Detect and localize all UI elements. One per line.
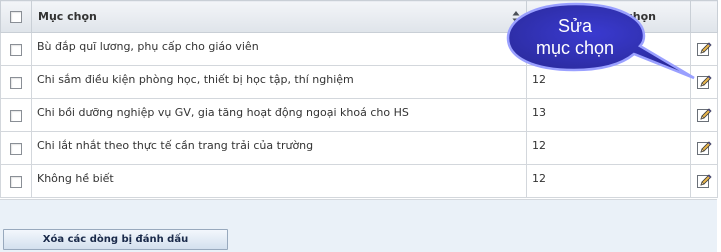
row-select-cell: [0, 164, 32, 198]
row-checkbox[interactable]: [10, 175, 22, 188]
row-name-cell: Chi sắm điều kiện phòng học, thiết bị họ…: [31, 65, 527, 99]
row-name: Bù đắp quĩ lương, phụ cấp cho giáo viên: [37, 40, 259, 53]
name-column-header[interactable]: Mục chọn: [31, 0, 527, 33]
row-value-cell: 12: [526, 131, 691, 165]
row-select-cell: [0, 98, 32, 132]
row-checkbox[interactable]: [10, 43, 22, 56]
row-checkbox[interactable]: [10, 142, 22, 155]
row-select-cell: [0, 32, 32, 66]
table-row: Chi lắt nhắt theo thực tế cần trang trải…: [0, 131, 718, 165]
row-name: Chi lắt nhắt theo thực tế cần trang trải…: [37, 139, 314, 152]
row-edit-cell: [690, 164, 718, 198]
row-name: Chi sắm điều kiện phòng học, thiết bị họ…: [37, 73, 354, 86]
row-name: Chi bồi dưỡng nghiệp vụ GV, gia tăng hoạ…: [37, 106, 409, 119]
row-checkbox[interactable]: [10, 109, 22, 122]
edit-pencil-icon[interactable]: [696, 107, 712, 123]
select-all-checkbox[interactable]: [10, 11, 22, 23]
edit-pencil-icon[interactable]: [696, 173, 712, 189]
page: Mục chọn chọn Bù đắp quĩ lương, phụ cấp …: [0, 0, 721, 252]
name-column-label: Mục chọn: [38, 10, 97, 23]
row-name-cell: Không hề biết: [31, 164, 527, 198]
row-value: 12: [532, 139, 546, 152]
row-name: Không hề biết: [37, 172, 114, 185]
row-select-cell: [0, 131, 32, 165]
table-row: Chi bồi dưỡng nghiệp vụ GV, gia tăng hoạ…: [0, 98, 718, 132]
edit-pencil-icon[interactable]: [696, 140, 712, 156]
row-name-cell: Chi bồi dưỡng nghiệp vụ GV, gia tăng hoạ…: [31, 98, 527, 132]
row-value: 13: [532, 106, 546, 119]
row-select-cell: [0, 65, 32, 99]
row-edit-cell: [690, 98, 718, 132]
select-all-header: [0, 0, 32, 33]
row-value: 12: [532, 172, 546, 185]
table-row: Không hề biết 12: [0, 164, 718, 198]
callout-line-1: Sửa: [557, 16, 593, 36]
row-value-cell: 12: [526, 164, 691, 198]
row-edit-cell: [690, 131, 718, 165]
callout-text: Sửa mục chọn: [510, 15, 640, 59]
row-name-cell: Chi lắt nhắt theo thực tế cần trang trải…: [31, 131, 527, 165]
row-name-cell: Bù đắp quĩ lương, phụ cấp cho giáo viên: [31, 32, 527, 66]
delete-selected-button[interactable]: Xóa các dòng bị đánh dấu: [3, 229, 228, 250]
row-value-cell: 13: [526, 98, 691, 132]
row-checkbox[interactable]: [10, 76, 22, 89]
callout-line-2: mục chọn: [535, 38, 615, 58]
